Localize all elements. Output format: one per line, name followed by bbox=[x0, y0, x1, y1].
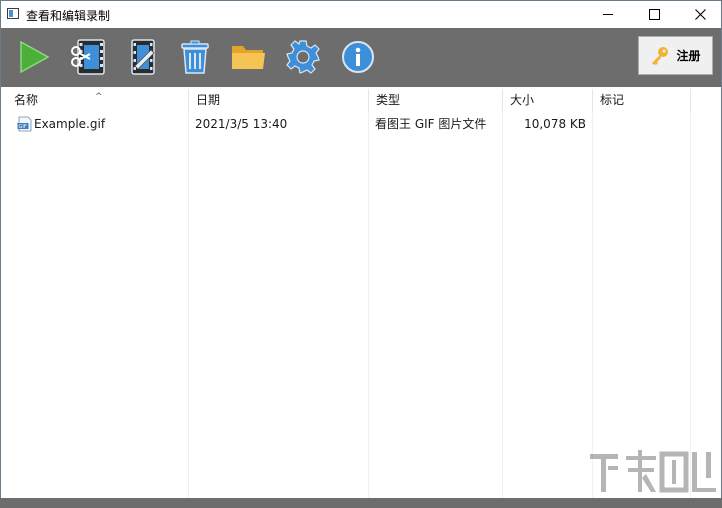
minimize-icon bbox=[603, 14, 613, 15]
gear-icon bbox=[286, 40, 320, 74]
close-button[interactable] bbox=[677, 1, 721, 28]
folder-icon bbox=[232, 46, 265, 69]
column-header-type[interactable]: 类型 bbox=[369, 89, 503, 111]
minimize-button[interactable] bbox=[585, 1, 631, 28]
column-divider bbox=[368, 111, 369, 499]
close-icon bbox=[694, 9, 706, 20]
gif-file-icon: GIF bbox=[17, 116, 32, 132]
window-title: 查看和编辑录制 bbox=[26, 9, 111, 23]
info-icon bbox=[342, 41, 374, 73]
edit-video-button[interactable] bbox=[67, 36, 111, 78]
column-header-size[interactable]: 大小 bbox=[503, 89, 593, 111]
register-button[interactable]: 注册 bbox=[638, 36, 713, 75]
sort-ascending-icon: ^ bbox=[95, 92, 103, 102]
film-pencil-icon bbox=[131, 39, 155, 75]
maximize-button[interactable] bbox=[631, 1, 677, 28]
open-folder-button[interactable] bbox=[226, 36, 270, 78]
list-item[interactable]: GIF Example.gif 2021/3/5 13:40 看图王 GIF 图… bbox=[7, 114, 715, 134]
edit-frames-button[interactable] bbox=[120, 36, 164, 78]
svg-text:GIF: GIF bbox=[19, 124, 27, 130]
bottom-strip bbox=[0, 498, 722, 508]
file-type: 看图王 GIF 图片文件 bbox=[375, 117, 487, 131]
file-date: 2021/3/5 13:40 bbox=[195, 117, 288, 131]
column-header-date[interactable]: 日期 bbox=[189, 89, 369, 111]
file-size: 10,078 KB bbox=[524, 117, 586, 131]
column-divider bbox=[502, 111, 503, 499]
column-divider bbox=[690, 111, 691, 499]
title-bar: 查看和编辑录制 bbox=[1, 1, 721, 28]
register-label: 注册 bbox=[676, 49, 701, 63]
delete-button[interactable] bbox=[173, 36, 217, 78]
file-name: Example.gif bbox=[34, 117, 106, 131]
column-header-row: 名称 ^ 日期 类型 大小 标记 bbox=[7, 89, 715, 111]
column-divider bbox=[188, 111, 189, 499]
settings-button[interactable] bbox=[281, 36, 325, 78]
film-scissors-icon bbox=[71, 39, 105, 75]
app-icon bbox=[7, 8, 19, 19]
main-window: 查看和编辑录制 注册 名称 ^ 日期 类型 大小 标记 GIF Example.… bbox=[0, 0, 722, 508]
toolbar: 注册 bbox=[1, 28, 721, 87]
file-list[interactable]: 名称 ^ 日期 类型 大小 标记 GIF Example.gif 2021/3/… bbox=[7, 89, 715, 499]
watermark-logo bbox=[590, 450, 716, 493]
trash-icon bbox=[181, 40, 209, 74]
play-button[interactable] bbox=[11, 36, 55, 78]
column-divider bbox=[592, 111, 593, 499]
info-button[interactable] bbox=[336, 36, 380, 78]
column-header-mark[interactable]: 标记 bbox=[593, 89, 691, 111]
column-header-name[interactable]: 名称 ^ bbox=[7, 89, 189, 111]
maximize-icon bbox=[648, 9, 660, 20]
play-icon bbox=[20, 40, 50, 74]
key-icon bbox=[652, 46, 669, 65]
